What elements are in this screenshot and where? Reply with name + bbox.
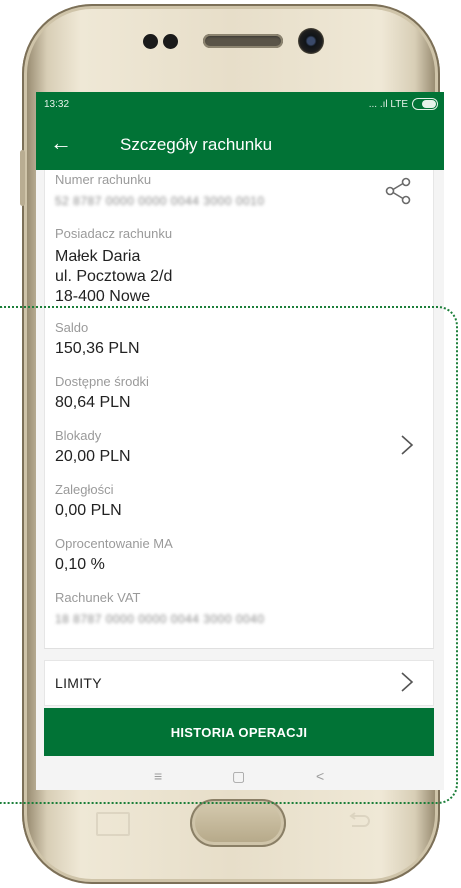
owner-label: Posiadacz rachunku	[55, 226, 173, 241]
battery-icon	[412, 98, 438, 110]
hardware-home-button[interactable]	[190, 799, 286, 847]
saldo-value: 150,36 PLN	[55, 340, 140, 357]
android-nav-bar: ≡ ▢ <	[36, 762, 444, 790]
account-details-card: Numer rachunku 52 8787 0000 0000 0044 30…	[44, 170, 434, 649]
history-button[interactable]: HISTORIA OPERACJI	[44, 708, 434, 756]
hardware-recent-apps-icon[interactable]	[96, 812, 130, 836]
owner-name: Małek Daria	[55, 248, 141, 265]
arrears-value: 0,00 PLN	[55, 502, 122, 519]
vat-account-value: 18 8787 0000 0000 0044 3000 0040	[55, 612, 265, 626]
status-time: 13:32	[44, 99, 70, 110]
app-bar: ← Szczegóły rachunku	[36, 118, 444, 170]
phone-side-button-left	[20, 150, 25, 206]
phone-camera	[298, 28, 324, 54]
interest-value: 0,10 %	[55, 556, 105, 573]
owner-address-line1: ul. Pocztowa 2/d	[55, 268, 173, 285]
nav-menu-icon[interactable]: ≡	[154, 768, 162, 784]
arrears-label: Zaległości	[55, 482, 114, 497]
limits-chevron-right-icon[interactable]	[399, 671, 415, 693]
network-indicator: ... .ıl LTE	[368, 98, 408, 110]
phone-speaker	[203, 34, 283, 48]
available-funds-value: 80,64 PLN	[55, 394, 131, 411]
account-number-value: 52 8787 0000 0000 0044 3000 0010	[55, 194, 265, 208]
limits-label: LIMITY	[55, 675, 102, 691]
share-icon[interactable]	[383, 176, 413, 206]
blocks-label: Blokady	[55, 428, 102, 443]
account-number-label: Numer rachunku	[55, 172, 152, 187]
saldo-label: Saldo	[55, 320, 89, 335]
available-funds-label: Dostępne środki	[55, 374, 149, 389]
vat-account-label: Rachunek VAT	[55, 590, 141, 605]
back-arrow-icon[interactable]: ←	[50, 128, 72, 158]
phone-sensors	[143, 34, 183, 50]
blocks-value: 20,00 PLN	[55, 448, 131, 465]
nav-home-icon[interactable]: ▢	[232, 768, 245, 785]
owner-address-line2: 18-400 Nowe	[55, 288, 151, 305]
status-bar: 13:32 ... .ıl LTE	[36, 92, 444, 118]
hardware-back-icon[interactable]	[346, 812, 372, 830]
blocks-chevron-right-icon[interactable]	[399, 434, 415, 456]
status-right: ... .ıl LTE	[369, 98, 438, 110]
phone-screen: 13:32 ... .ıl LTE ← Szczegóły rachunku N…	[36, 92, 444, 790]
limits-row[interactable]: LIMITY	[44, 660, 434, 706]
interest-label: Oprocentowanie MA	[55, 536, 173, 551]
nav-back-icon[interactable]: <	[316, 768, 324, 784]
page-title: Szczegóły rachunku	[120, 135, 273, 154]
